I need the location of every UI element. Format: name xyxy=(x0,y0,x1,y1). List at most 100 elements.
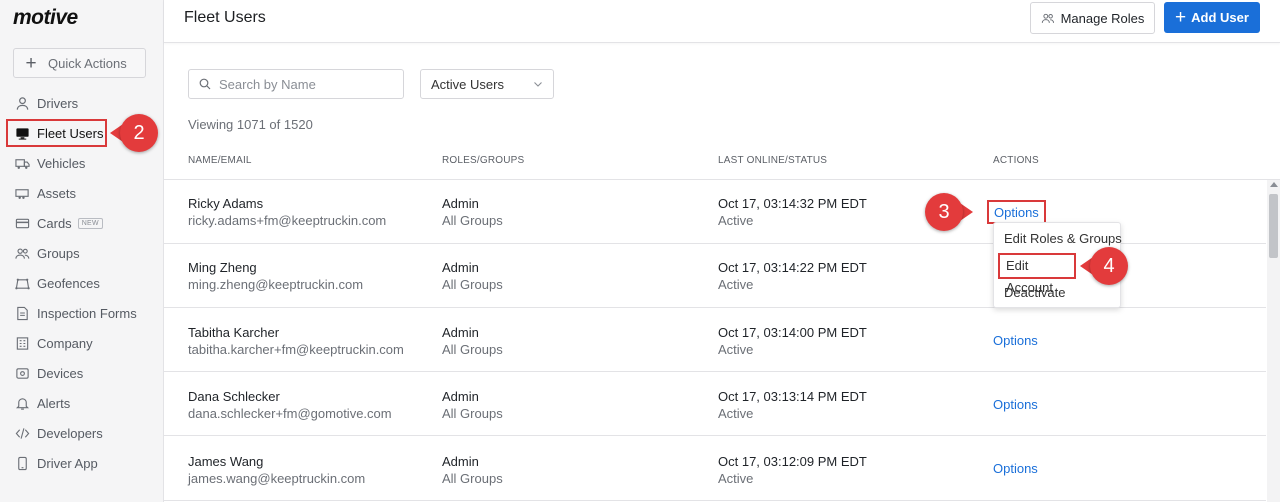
manage-roles-button[interactable]: Manage Roles xyxy=(1030,2,1155,34)
user-email: tabitha.karcher+fm@keeptruckin.com xyxy=(188,342,404,357)
user-groups: All Groups xyxy=(442,213,503,228)
user-name: James Wang xyxy=(188,454,264,469)
header: Fleet Users Manage Roles + Add User xyxy=(164,0,1280,43)
user-status: Active xyxy=(718,406,754,421)
highlight-box xyxy=(6,119,107,147)
sidebar-item-driver-app[interactable]: Driver App xyxy=(0,448,163,478)
user-role: Admin xyxy=(442,260,479,275)
name-email-cell: Ming Zheng ming.zheng@keeptruckin.com xyxy=(188,259,363,293)
table-row: Tabitha Karcher tabitha.karcher+fm@keept… xyxy=(164,308,1266,372)
code-icon xyxy=(14,425,30,441)
search-icon xyxy=(199,78,211,90)
sidebar-item-label: Assets xyxy=(37,185,77,201)
person-icon xyxy=(14,95,30,111)
options-link[interactable]: Options xyxy=(993,461,1038,476)
sidebar-item-cards[interactable]: Cards NEW xyxy=(0,208,163,238)
sidebar-item-label: Vehicles xyxy=(37,155,86,171)
sidebar-item-label: Groups xyxy=(37,245,80,261)
last-online: Oct 17, 03:12:09 PM EDT xyxy=(718,454,867,469)
search-input[interactable] xyxy=(219,76,389,92)
card-icon xyxy=(14,215,30,231)
scrollbar[interactable] xyxy=(1267,180,1280,502)
user-email: ricky.adams+fm@keeptruckin.com xyxy=(188,213,387,228)
user-groups: All Groups xyxy=(442,342,503,357)
plus-icon: + xyxy=(25,52,37,74)
name-email-cell: Ricky Adams ricky.adams+fm@keeptruckin.c… xyxy=(188,195,386,229)
user-role: Admin xyxy=(442,196,479,211)
sidebar-item-label: Developers xyxy=(37,425,103,441)
options-link[interactable]: Options xyxy=(993,333,1038,348)
options-link[interactable]: Options xyxy=(993,397,1038,412)
user-email: ming.zheng@keeptruckin.com xyxy=(188,277,364,292)
user-name: Dana Schlecker xyxy=(188,389,280,404)
truck-icon xyxy=(14,155,30,171)
user-groups: All Groups xyxy=(442,471,503,486)
column-header-last-online: LAST ONLINE/STATUS xyxy=(718,155,828,166)
name-email-cell: James Wang james.wang@keeptruckin.com xyxy=(188,453,365,487)
sidebar-item-inspection-forms[interactable]: Inspection Forms xyxy=(0,298,163,328)
motive-logo[interactable]: motive xyxy=(13,6,78,30)
user-name: Tabitha Karcher xyxy=(188,325,280,340)
building-icon xyxy=(14,335,30,351)
roles-cell: Admin All Groups xyxy=(442,453,503,487)
sidebar-item-assets[interactable]: Assets xyxy=(0,178,163,208)
new-badge: NEW xyxy=(77,217,103,229)
user-name: Ricky Adams xyxy=(188,196,264,211)
sidebar: motive + Quick Actions Drivers Fleet Use… xyxy=(0,0,164,502)
roles-cell: Admin All Groups xyxy=(442,259,503,293)
status-select[interactable]: Active Users xyxy=(420,69,554,99)
status-cell: Oct 17, 03:14:32 PM EDT Active xyxy=(718,195,867,229)
roles-cell: Admin All Groups xyxy=(442,195,503,229)
options-link[interactable]: Options xyxy=(987,200,1046,224)
scroll-up-arrow-icon[interactable] xyxy=(1270,182,1278,187)
user-role: Admin xyxy=(442,325,479,340)
column-header-roles: ROLES/GROUPS xyxy=(442,155,525,166)
user-status: Active xyxy=(718,471,754,486)
device-icon xyxy=(14,365,30,381)
name-email-cell: Tabitha Karcher tabitha.karcher+fm@keept… xyxy=(188,324,404,358)
name-email-cell: Dana Schlecker dana.schlecker+fm@gomotiv… xyxy=(188,388,392,422)
user-groups: All Groups xyxy=(442,406,503,421)
callout-4: 4 xyxy=(1080,247,1128,285)
user-status: Active xyxy=(718,213,754,228)
search-field[interactable] xyxy=(188,69,404,99)
sidebar-item-developers[interactable]: Developers xyxy=(0,418,163,448)
user-role: Admin xyxy=(442,454,479,469)
sidebar-item-label: Drivers xyxy=(37,95,79,111)
sidebar-item-geofences[interactable]: Geofences xyxy=(0,268,163,298)
column-header-actions: ACTIONS xyxy=(993,155,1039,166)
sidebar-item-company[interactable]: Company xyxy=(0,328,163,358)
status-cell: Oct 17, 03:13:14 PM EDT Active xyxy=(718,388,867,422)
user-name: Ming Zheng xyxy=(188,260,257,275)
page-title: Fleet Users xyxy=(184,9,266,26)
add-user-label: Add User xyxy=(1191,10,1249,25)
last-online: Oct 17, 03:14:00 PM EDT xyxy=(718,325,867,340)
sidebar-item-alerts[interactable]: Alerts xyxy=(0,388,163,418)
last-online: Oct 17, 03:13:14 PM EDT xyxy=(718,389,867,404)
quick-actions-button[interactable]: + Quick Actions xyxy=(13,48,146,78)
manage-roles-label: Manage Roles xyxy=(1060,10,1145,26)
menu-item-edit-account[interactable]: Edit Account xyxy=(998,253,1076,295)
status-select-value: Active Users xyxy=(431,76,504,92)
status-cell: Oct 17, 03:14:00 PM EDT Active xyxy=(718,324,867,358)
sidebar-item-devices[interactable]: Devices xyxy=(0,358,163,388)
user-status: Active xyxy=(718,277,754,292)
document-icon xyxy=(14,305,30,321)
last-online: Oct 17, 03:14:22 PM EDT xyxy=(718,260,867,275)
roles-cell: Admin All Groups xyxy=(442,324,503,358)
user-email: dana.schlecker+fm@gomotive.com xyxy=(188,406,392,421)
sidebar-item-label: Devices xyxy=(37,365,84,381)
column-header-name: NAME/EMAIL xyxy=(188,155,252,166)
callout-2: 2 xyxy=(110,114,158,152)
sidebar-item-label: Geofences xyxy=(37,275,100,291)
sidebar-item-label: Driver App xyxy=(37,455,98,471)
plus-icon: + xyxy=(1175,7,1187,28)
bell-icon xyxy=(14,395,30,411)
sidebar-item-groups[interactable]: Groups xyxy=(0,238,163,268)
sidebar-item-vehicles[interactable]: Vehicles xyxy=(0,148,163,178)
add-user-button[interactable]: + Add User xyxy=(1164,2,1260,33)
scrollbar-thumb[interactable] xyxy=(1269,194,1278,258)
phone-icon xyxy=(14,455,30,471)
callout-number: 2 xyxy=(120,114,158,152)
user-status: Active xyxy=(718,342,754,357)
